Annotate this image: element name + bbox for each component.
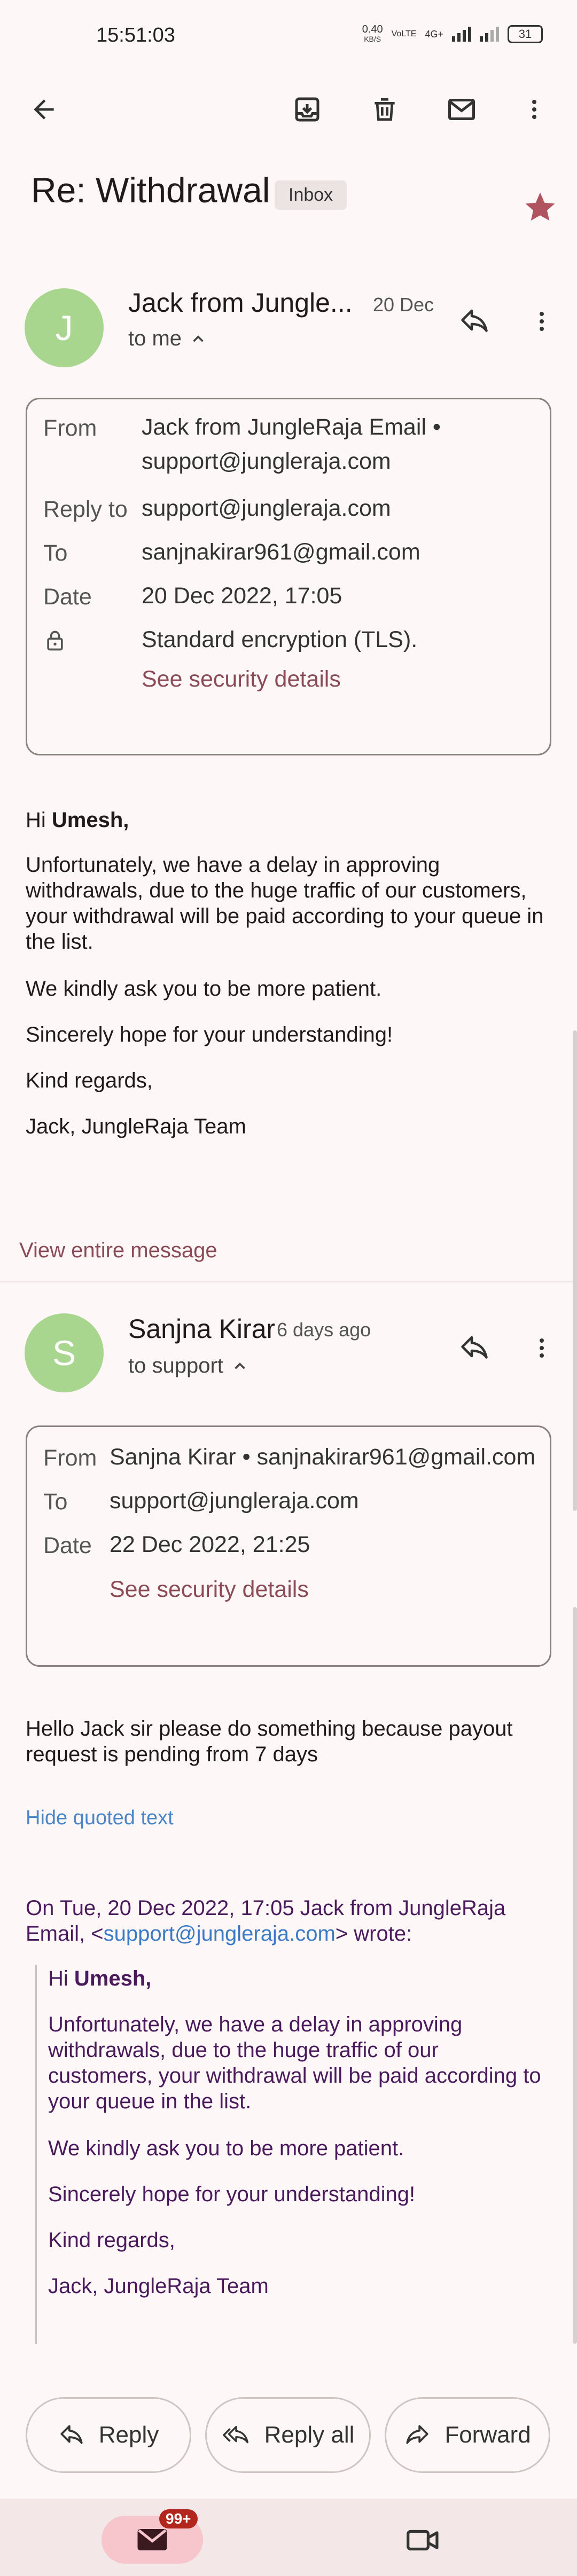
quoted-greeting: Hi Umesh, <box>48 1966 545 1991</box>
date-label: Date <box>43 1533 92 1558</box>
body-paragraph-4: Kind regards, <box>26 1069 153 1092</box>
reply-to-value[interactable]: support@jungleraja.com <box>142 491 391 525</box>
body-paragraph-1: Unfortunately, we have a delay in approv… <box>26 853 544 954</box>
reply-to-label: Reply to <box>43 497 128 522</box>
quoted-header: On Tue, 20 Dec 2022, 17:05 Jack from Jun… <box>26 1895 555 1947</box>
body-paragraph-5: Jack, JungleRaja Team <box>26 1115 246 1138</box>
signal2-icon <box>480 27 499 42</box>
unread-count-badge: 99+ <box>159 2509 198 2528</box>
message-date-2: 6 days ago <box>277 1319 371 1341</box>
quoted-paragraph-5: Jack, JungleRaja Team <box>48 2274 269 2298</box>
video-icon[interactable] <box>402 2519 445 2562</box>
message-more-icon[interactable] <box>520 1327 563 1369</box>
sender-avatar-2[interactable]: S <box>25 1313 104 1392</box>
recipient-toggle-2[interactable]: to support <box>128 1354 249 1378</box>
chevron-up-icon <box>235 1362 245 1369</box>
quoted-paragraph-1: Unfortunately, we have a delay in approv… <box>48 2013 541 2113</box>
recipient-label-2: to support <box>128 1354 223 1377</box>
bottom-navigation <box>0 2499 577 2576</box>
security-details-link[interactable]: See security details <box>110 1577 309 1603</box>
sender-avatar[interactable]: J <box>25 288 104 367</box>
sender-name[interactable]: Jack from Jungle... <box>128 287 353 318</box>
reply-all-button[interactable]: Reply all <box>205 2397 371 2473</box>
more-vertical-icon[interactable] <box>513 88 556 131</box>
status-time: 15:51:03 <box>96 24 175 46</box>
quoted-header-suffix: > wrote: <box>335 1922 412 1945</box>
to-label: To <box>43 1489 68 1515</box>
reply-icon[interactable] <box>453 300 496 343</box>
battery-icon: 31 <box>508 25 543 43</box>
quoted-paragraph-4: Kind regards, <box>48 2228 175 2252</box>
lock-icon <box>43 629 67 655</box>
greeting-prefix: Hi <box>26 808 52 832</box>
to-label: To <box>43 540 68 566</box>
date-value: 22 Dec 2022, 21:25 <box>110 1532 310 1557</box>
mail-icon[interactable] <box>440 88 483 131</box>
chevron-up-icon <box>193 335 204 342</box>
quoted-greeting-name: Umesh, <box>74 1967 152 1990</box>
quoted-greeting-prefix: Hi <box>48 1967 74 1990</box>
scrollbar-track[interactable] <box>573 1607 577 2344</box>
scrollbar-thumb[interactable] <box>573 1030 577 1511</box>
date-label: Date <box>43 584 92 610</box>
net-speed: 0.40 KB/S <box>362 23 383 44</box>
battery-level: 31 <box>518 27 532 41</box>
quoted-paragraph-3: Sincerely hope for your understanding! <box>48 2183 416 2206</box>
label-badge[interactable]: Inbox <box>275 180 347 210</box>
date-value: 20 Dec 2022, 17:05 <box>142 583 342 609</box>
forward-icon <box>406 2425 428 2444</box>
signal-icon <box>452 27 471 42</box>
quoted-paragraph-2: We kindly ask you to be more patient. <box>48 2137 404 2160</box>
network-type: 4G+ <box>425 28 443 40</box>
back-arrow-icon[interactable] <box>22 88 65 131</box>
net-speed-value: 0.40 <box>362 23 383 35</box>
forward-label: Forward <box>445 2422 531 2448</box>
message-more-icon[interactable] <box>520 300 563 343</box>
status-indicators: 0.40 KB/S VoLTE 4G+ 31 <box>362 23 543 44</box>
recipient-label: to me <box>128 327 182 350</box>
security-details-link[interactable]: See security details <box>142 666 341 692</box>
body-paragraph-3: Sincerely hope for your understanding! <box>26 1023 393 1046</box>
message-details-box: From Jack from JungleRaja Email • suppor… <box>26 398 551 755</box>
from-name: Jack from JungleRaja Email • <box>142 414 441 440</box>
from-label: From <box>43 1445 97 1471</box>
from-email[interactable]: support@jungleraja.com <box>142 444 441 478</box>
net-speed-unit: KB/S <box>364 35 381 43</box>
view-entire-message-link[interactable]: View entire message <box>19 1239 217 1263</box>
quoted-email-link[interactable]: support@jungleraja.com <box>104 1922 336 1945</box>
reply-button[interactable]: Reply <box>26 2397 191 2473</box>
reply-icon[interactable] <box>453 1327 496 1369</box>
hide-quoted-text-link[interactable]: Hide quoted text <box>26 1807 174 1830</box>
message-details-box-2: From Sanjna Kirar • sanjnakirar961@gmail… <box>26 1425 551 1667</box>
star-icon[interactable] <box>523 190 558 227</box>
message-date: 20 Dec <box>373 294 434 316</box>
reply-icon <box>60 2425 83 2444</box>
archive-icon[interactable] <box>286 88 329 131</box>
reply-all-label: Reply all <box>264 2422 355 2448</box>
trash-icon[interactable] <box>363 88 406 131</box>
encryption-text: Standard encryption (TLS). <box>142 627 418 652</box>
quote-bar <box>35 1965 37 2344</box>
email-subject: Re: Withdrawal <box>31 170 270 210</box>
reply-all-icon <box>222 2425 248 2444</box>
forward-button[interactable]: Forward <box>385 2397 550 2473</box>
from-value: Jack from JungleRaja Email • support@jun… <box>142 410 441 478</box>
greeting-name: Umesh, <box>51 808 129 832</box>
to-value[interactable]: sanjnakirar961@gmail.com <box>142 535 420 569</box>
to-value[interactable]: support@jungleraja.com <box>110 1484 359 1518</box>
mail-icon <box>137 2529 167 2550</box>
from-label: From <box>43 415 97 441</box>
sender-name-2[interactable]: Sanjna Kirar <box>128 1313 275 1344</box>
recipient-toggle[interactable]: to me <box>128 327 207 351</box>
from-value[interactable]: Sanjna Kirar • sanjnakirar961@gmail.com <box>110 1440 535 1474</box>
message-divider <box>0 1281 577 1282</box>
reply-body: Hello Jack sir please do something becau… <box>26 1717 513 1766</box>
body-paragraph-2: We kindly ask you to be more patient. <box>26 977 382 1001</box>
reply-label: Reply <box>98 2422 159 2448</box>
volte-indicator: VoLTE <box>391 29 417 38</box>
greeting: Hi Umesh, <box>26 807 555 833</box>
